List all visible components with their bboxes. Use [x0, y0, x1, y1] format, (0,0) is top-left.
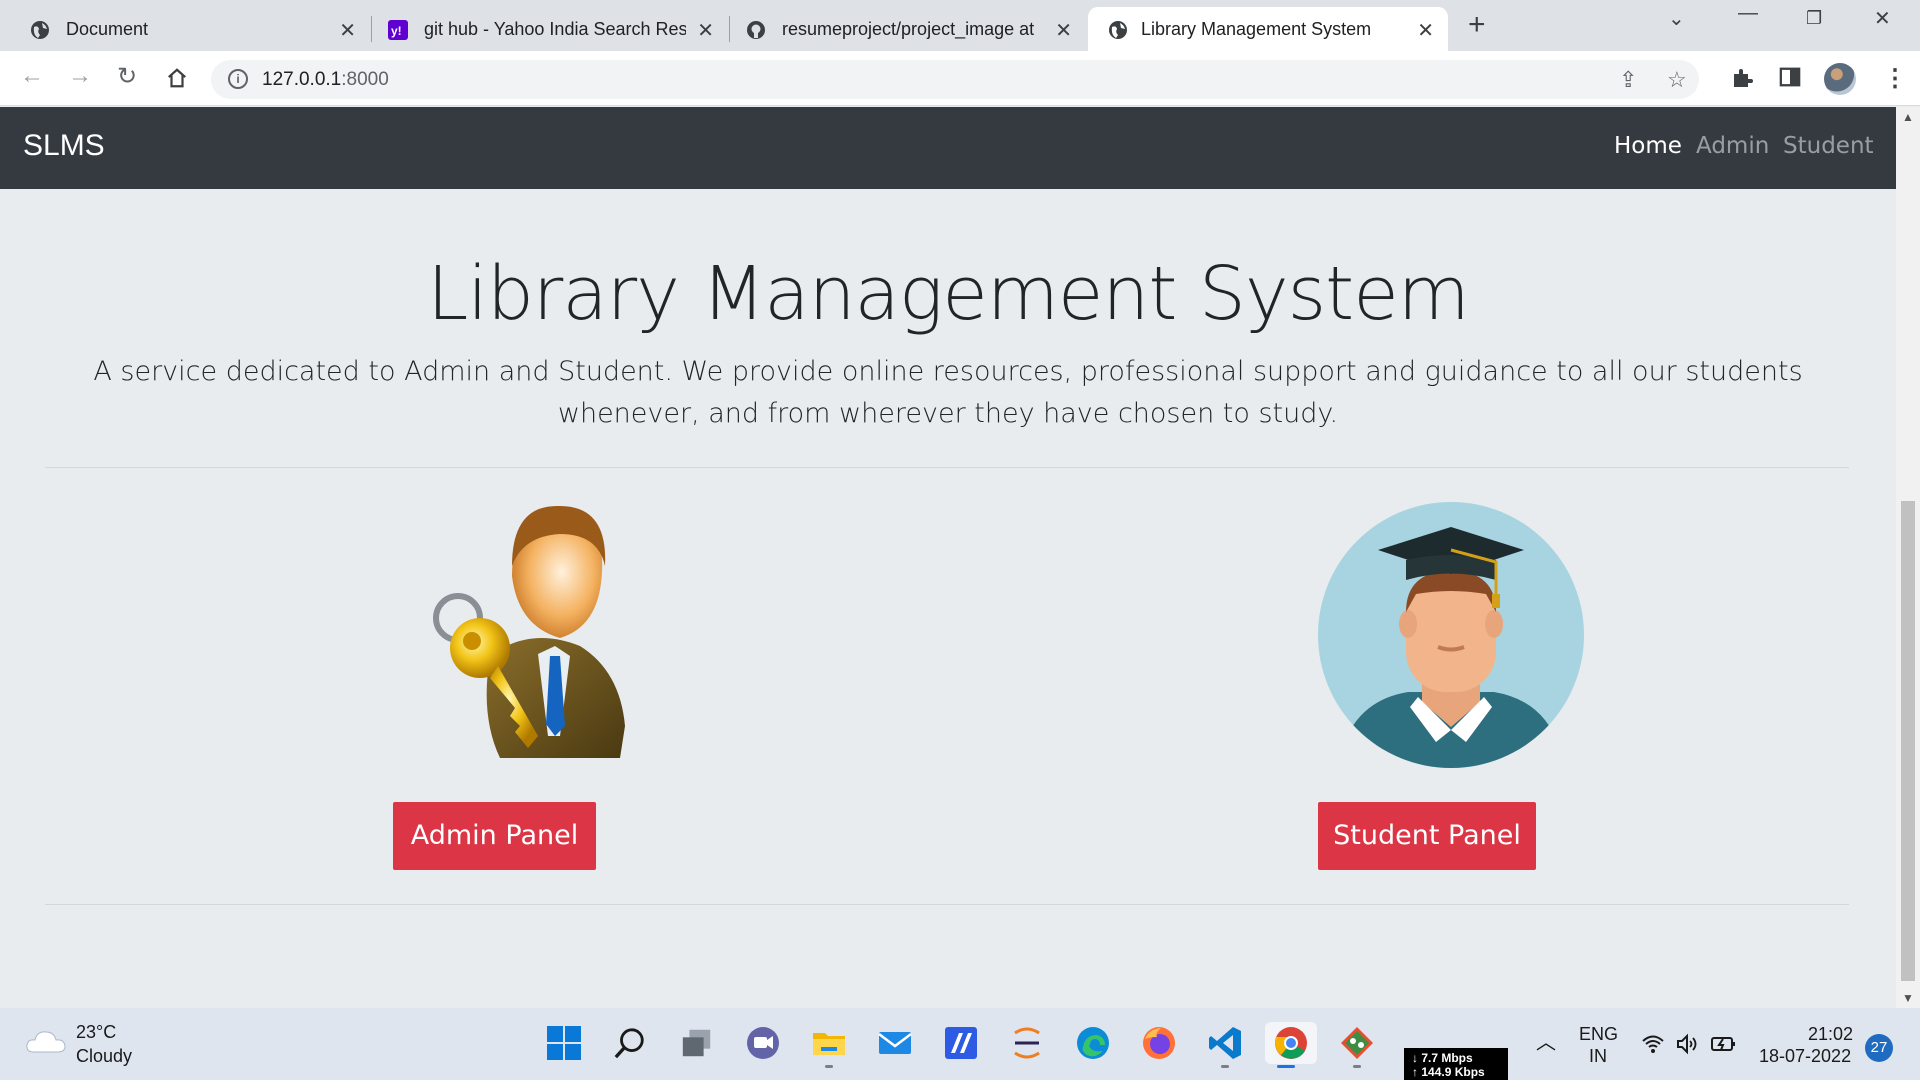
wifi-icon[interactable] [1641, 1032, 1665, 1056]
student-avatar-image [1318, 502, 1584, 768]
tab-github[interactable]: resumeproject/project_image at ✕ [716, 7, 1086, 51]
firefox-icon[interactable] [1138, 1022, 1180, 1064]
net-upload-speed: ↑ 144.9 Kbps [1412, 1065, 1485, 1079]
close-icon[interactable]: ✕ [697, 18, 714, 43]
network-speed-meter: ↓ 7.7 Mbps ↑ 144.9 Kbps [1404, 1048, 1508, 1080]
github-icon [747, 21, 765, 39]
notification-count-badge[interactable]: 27 [1865, 1034, 1893, 1062]
scrollbar-thumb[interactable] [1901, 501, 1915, 981]
running-indicator [1353, 1065, 1361, 1068]
close-window-icon[interactable]: ✕ [1874, 6, 1891, 31]
restore-icon[interactable]: ❐ [1806, 8, 1822, 29]
svg-text:y!: y! [391, 24, 402, 38]
new-tab-plus-icon[interactable]: + [1468, 8, 1486, 42]
forward-arrow-icon[interactable]: → [68, 62, 92, 90]
divider [45, 467, 1849, 468]
language-indicator[interactable]: ENG [1579, 1024, 1618, 1045]
clock-date[interactable]: 18-07-2022 [1759, 1046, 1851, 1067]
browser-toolbar: ← → ↻ i 127.0.0.1:8000 ⇪ ☆ ⋮ [0, 51, 1920, 106]
cloud-icon[interactable] [26, 1028, 66, 1054]
volume-icon[interactable] [1675, 1032, 1699, 1056]
back-arrow-icon[interactable]: ← [20, 62, 44, 90]
page-scrollbar[interactable]: ▲ ▼ [1896, 107, 1920, 1008]
url-host: 127.0.0.1 [262, 69, 342, 90]
site-info-icon[interactable]: i [228, 69, 248, 89]
tab-search-chevron-icon[interactable]: ⌄ [1668, 6, 1685, 31]
file-explorer-icon[interactable] [808, 1022, 850, 1068]
task-view-icon[interactable] [676, 1022, 718, 1064]
lead-paragraph: A service dedicated to Admin and Student… [93, 356, 1803, 429]
git-kraken-icon[interactable] [1336, 1022, 1378, 1068]
tab-label: Library Management System [1141, 19, 1372, 39]
student-panel-button[interactable]: Student Panel [1318, 802, 1536, 870]
yahoo-icon: y! [388, 20, 408, 40]
tab-yahoo-search[interactable]: y! git hub - Yahoo India Search Resu ✕ [358, 7, 728, 51]
teams-chat-icon[interactable] [742, 1022, 784, 1064]
extensions-puzzle-icon[interactable] [1730, 66, 1754, 90]
windows-start-icon[interactable] [543, 1022, 585, 1064]
close-icon[interactable]: ✕ [1417, 18, 1434, 43]
language-region[interactable]: IN [1589, 1046, 1607, 1067]
vscode-icon[interactable] [1204, 1022, 1246, 1068]
profile-avatar[interactable] [1824, 63, 1856, 95]
home-icon[interactable] [166, 67, 188, 89]
more-menu-icon[interactable]: ⋮ [1883, 64, 1907, 93]
close-icon[interactable]: ✕ [1055, 18, 1072, 43]
address-bar[interactable]: i 127.0.0.1:8000 ⇪ ☆ [211, 60, 1699, 99]
tab-library-management[interactable]: Library Management System ✕ [1088, 7, 1448, 51]
scroll-down-arrow-icon[interactable]: ▼ [1902, 991, 1914, 1005]
weather-temperature[interactable]: 23°C [76, 1022, 116, 1043]
eclipse-icon[interactable] [1006, 1022, 1048, 1064]
tab-label: git hub - Yahoo India Search Resu [424, 19, 686, 39]
active-indicator [1277, 1065, 1295, 1068]
jumbotron: Library Management System A service dedi… [0, 189, 1896, 1008]
mail-icon[interactable] [874, 1022, 916, 1064]
weather-description[interactable]: Cloudy [76, 1046, 132, 1067]
reload-icon[interactable]: ↻ [117, 62, 137, 91]
tab-document[interactable]: Document ✕ [0, 7, 370, 51]
browser-tab-strip: Document ✕ y! git hub - Yahoo India Sear… [0, 0, 1920, 51]
globe-icon [1109, 21, 1127, 39]
tab-label: resumeproject/project_image at [782, 19, 1035, 39]
navbar-brand[interactable]: SLMS [23, 129, 105, 163]
scroll-up-arrow-icon[interactable]: ▲ [1902, 110, 1914, 124]
search-icon[interactable] [609, 1022, 651, 1064]
site-navbar: SLMS Home Admin Student [0, 107, 1896, 189]
close-icon[interactable]: ✕ [339, 18, 356, 43]
tab-label: Document [66, 19, 149, 39]
running-indicator [1221, 1065, 1229, 1068]
page-title: Library Management System [427, 251, 1470, 337]
net-download-speed: ↓ 7.7 Mbps [1412, 1051, 1473, 1065]
running-indicator [825, 1065, 833, 1068]
clock-time[interactable]: 21:02 [1808, 1024, 1853, 1045]
admin-panel-button[interactable]: Admin Panel [393, 802, 596, 870]
bookmark-star-icon[interactable]: ☆ [1667, 67, 1687, 93]
globe-icon [31, 21, 49, 39]
windows-taskbar: 23°C Cloudy ↓ 7.7 Mbps ↑ 144.9 Kbps ︿ EN… [0, 1008, 1920, 1080]
chrome-icon[interactable] [1265, 1022, 1317, 1068]
edge-browser-icon[interactable] [1072, 1022, 1114, 1064]
share-icon[interactable]: ⇪ [1619, 67, 1637, 93]
visual-studio-code-alt-icon[interactable] [940, 1022, 982, 1064]
admin-key-image [433, 505, 625, 758]
nav-link-student[interactable]: Student [1783, 133, 1874, 159]
divider [45, 904, 1849, 905]
nav-link-home[interactable]: Home [1614, 133, 1682, 159]
show-hidden-icons-chevron-icon[interactable]: ︿ [1536, 1026, 1556, 1055]
battery-charging-icon[interactable] [1710, 1032, 1738, 1056]
nav-link-admin[interactable]: Admin [1696, 133, 1769, 159]
url-text[interactable]: 127.0.0.1:8000 [262, 69, 389, 91]
minimize-icon[interactable]: — [1738, 2, 1758, 25]
url-port: :8000 [341, 69, 389, 90]
side-panel-icon[interactable] [1779, 66, 1801, 88]
